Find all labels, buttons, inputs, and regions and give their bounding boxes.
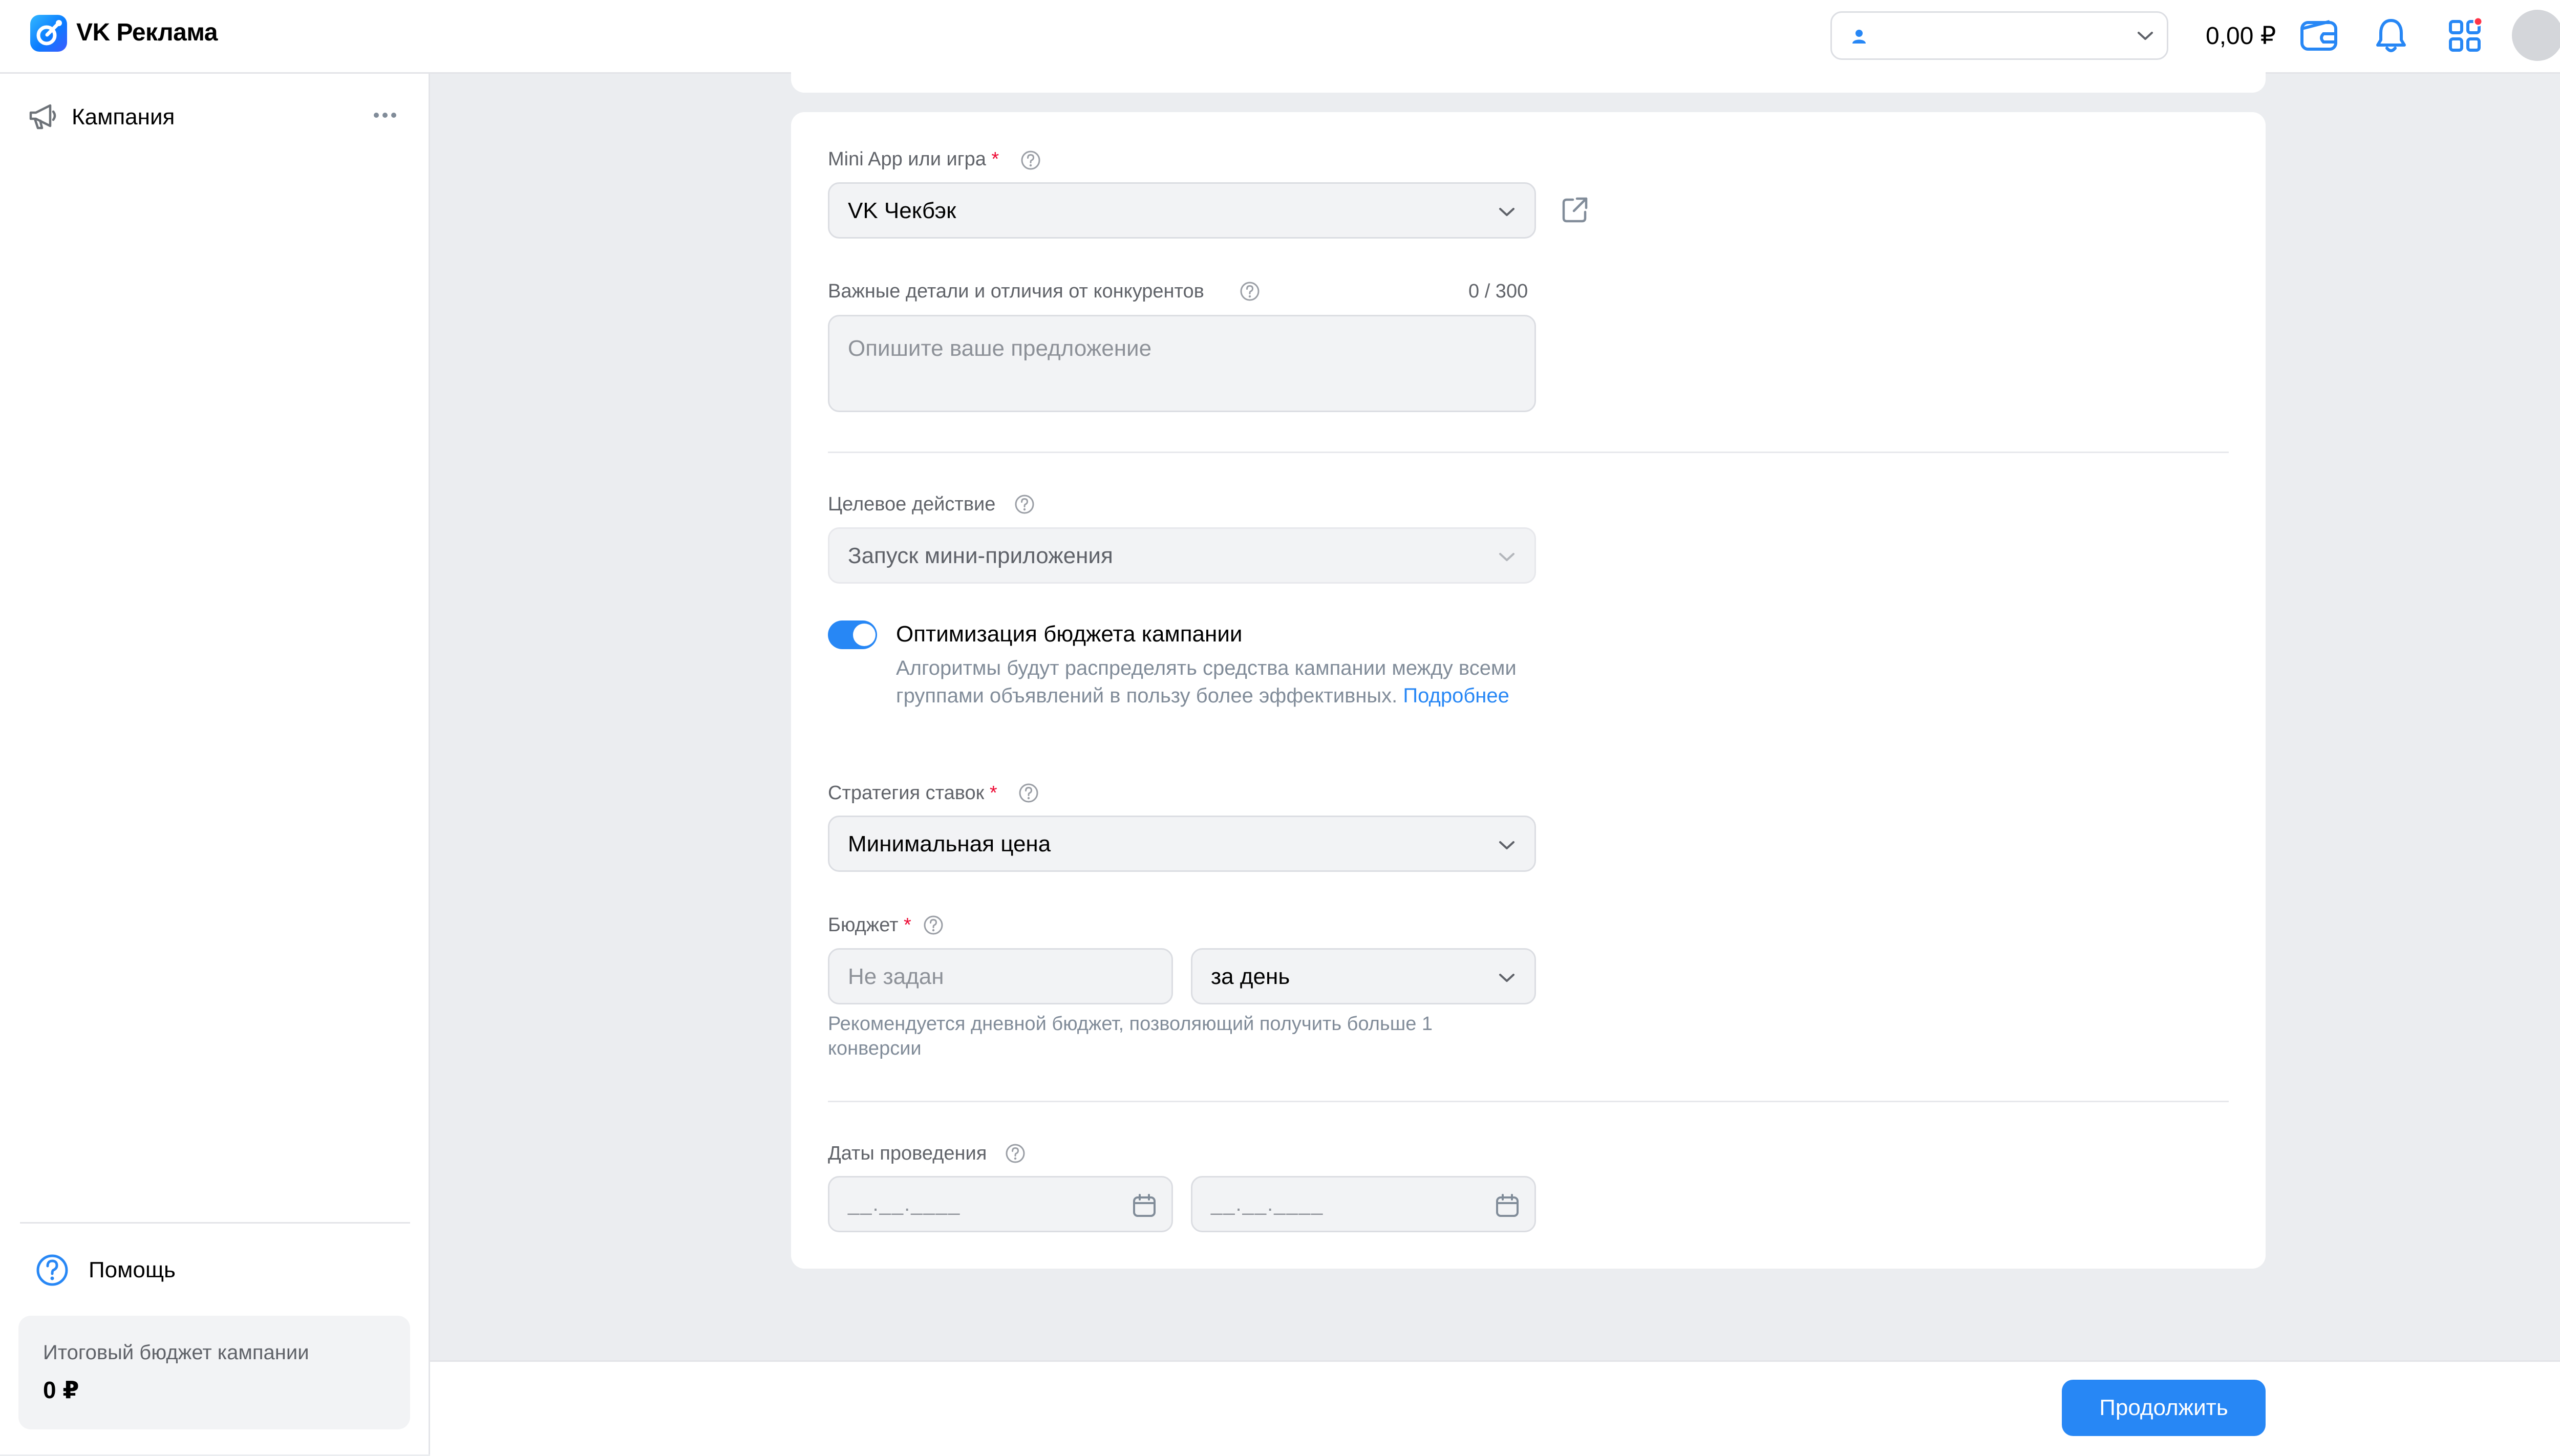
total-budget-value: 0 ₽ (43, 1377, 79, 1403)
chevron-down-icon (1499, 553, 1514, 561)
vk-ads-logo-icon[interactable] (30, 15, 67, 52)
brand-name[interactable]: VK Реклама (76, 18, 218, 47)
bid-strategy-value: Минимальная цена (848, 831, 1051, 857)
details-help-icon[interactable] (1239, 281, 1261, 302)
apps-icon[interactable] (2447, 17, 2483, 53)
section-divider (828, 452, 2229, 453)
budget-help-icon[interactable] (923, 914, 944, 936)
mini-app-label: Mini App или игра * (828, 148, 999, 170)
previous-card-bottom (791, 67, 2266, 93)
budget-period-select[interactable]: за день (1191, 948, 1536, 1004)
learn-more-link[interactable]: Подробнее (1403, 684, 1509, 707)
wallet-icon[interactable] (2300, 18, 2339, 52)
budget-optimization-description: Алгоритмы будут распределять средства ка… (896, 657, 1517, 707)
dates-help-icon[interactable] (1005, 1143, 1026, 1164)
mini-app-help-icon[interactable] (1020, 149, 1041, 171)
dates-label: Даты проведения (828, 1143, 987, 1164)
budget-hint: Рекомендуется дневной бюджет, позволяющи… (828, 1013, 1433, 1059)
total-budget-caption: Итоговый бюджет кампании (43, 1341, 309, 1364)
details-placeholder: Опишите ваше предложение (848, 336, 1152, 361)
toggle-knob (853, 624, 876, 646)
start-date-placeholder: __.__.____ (848, 1193, 961, 1215)
details-label: Важные детали и отличия от конкурентов (828, 281, 1204, 302)
details-char-counter: 0 / 300 (1468, 281, 1528, 302)
top-header: VK Реклама 0,00 ₽ (0, 0, 2560, 74)
sidebar (0, 74, 430, 1454)
budget-period-value: за день (1211, 964, 1290, 989)
sidebar-item-campaign[interactable]: Кампания (72, 104, 175, 130)
chevron-down-icon (1499, 974, 1514, 982)
calendar-icon[interactable] (1132, 1193, 1157, 1218)
bid-strategy-select[interactable]: Минимальная цена (828, 816, 1536, 872)
megaphone-icon (29, 104, 56, 130)
notification-dot (2473, 17, 2483, 27)
details-textarea[interactable]: Опишите ваше предложение (828, 315, 1536, 412)
account-select[interactable] (1830, 11, 2168, 60)
target-action-value: Запуск мини-приложения (848, 543, 1113, 568)
continue-button-label: Продолжить (2099, 1395, 2228, 1420)
avatar[interactable] (2512, 10, 2560, 61)
end-date-input[interactable]: __.__.____ (1191, 1176, 1536, 1232)
balance-amount[interactable]: 0,00 ₽ (2206, 22, 2276, 50)
chevron-down-icon (2138, 32, 2153, 40)
help-icon[interactable] (35, 1253, 69, 1287)
target-action-select: Запуск мини-приложения (828, 527, 1536, 584)
bid-strategy-label: Стратегия ставок * (828, 782, 997, 804)
budget-amount-input[interactable]: Не задан (828, 948, 1173, 1004)
target-action-help-icon[interactable] (1014, 494, 1035, 515)
budget-label: Бюджет * (828, 914, 911, 936)
total-budget-card (18, 1316, 410, 1429)
budget-optimization-title: Оптимизация бюджета кампании (896, 622, 1243, 647)
bell-icon[interactable] (2375, 17, 2407, 54)
end-date-placeholder: __.__.____ (1211, 1193, 1324, 1215)
start-date-input[interactable]: __.__.____ (828, 1176, 1173, 1232)
calendar-icon[interactable] (1495, 1193, 1520, 1218)
section-divider (828, 1101, 2229, 1102)
target-action-label: Целевое действие (828, 494, 996, 515)
chevron-down-icon (1499, 841, 1514, 849)
more-icon[interactable] (373, 112, 397, 119)
chevron-down-icon (1499, 208, 1514, 216)
continue-button[interactable]: Продолжить (2062, 1380, 2266, 1436)
open-external-icon[interactable] (1560, 195, 1590, 225)
budget-amount-placeholder: Не задан (848, 964, 944, 989)
sidebar-divider (20, 1222, 410, 1224)
mini-app-select-value: VK Чекбэк (848, 198, 956, 223)
mini-app-select[interactable]: VK Чекбэк (828, 182, 1536, 239)
user-icon (1852, 30, 1866, 44)
bid-strategy-help-icon[interactable] (1018, 782, 1039, 804)
help-link[interactable]: Помощь (89, 1257, 176, 1283)
